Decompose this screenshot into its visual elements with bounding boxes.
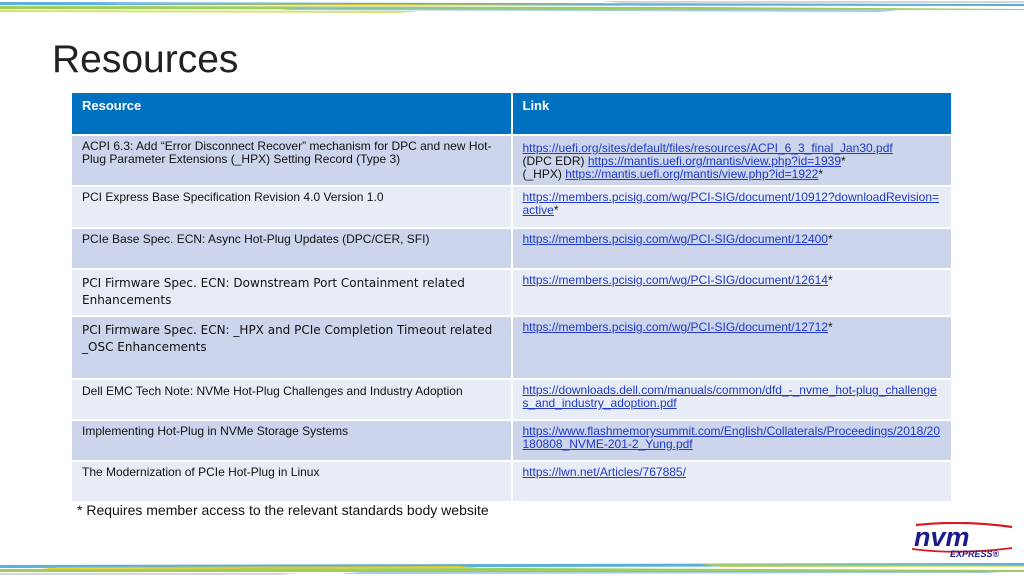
member-asterisk: *	[841, 154, 846, 168]
header-link: Link	[510, 91, 953, 136]
member-asterisk: *	[553, 203, 559, 217]
resource-link[interactable]: https://members.pcisig.com/wg/PCI-SIG/do…	[523, 190, 940, 217]
table-row: PCIe Base Spec. ECN: Async Hot-Plug Upda…	[70, 227, 953, 270]
table-row: PCI Express Base Specification Revision …	[70, 185, 953, 229]
footnote: * Requires member access to the relevant…	[77, 502, 489, 518]
link-cell: https://lwn.net/Articles/767885/	[510, 460, 953, 503]
top-decorative-band	[0, 0, 1024, 14]
link-cell: https://uefi.org/sites/default/files/res…	[510, 134, 953, 187]
table-header-row: Resource Link	[70, 91, 953, 136]
logo-subtext: EXPRESS®	[950, 549, 1000, 558]
resource-link[interactable]: https://downloads.dell.com/manuals/commo…	[523, 383, 937, 410]
resource-cell: The Modernization of PCIe Hot-Plug in Li…	[70, 460, 513, 503]
resources-table: Resource Link ACPI 6.3: Add “Error Disco…	[70, 91, 953, 503]
nvm-express-logo: nvm EXPRESS®	[911, 522, 1013, 558]
header-resource: Resource	[70, 91, 513, 136]
resource-link[interactable]: https://lwn.net/Articles/767885/	[523, 465, 686, 479]
resource-link[interactable]: https://members.pcisig.com/wg/PCI-SIG/do…	[523, 232, 828, 246]
table-row: PCI Firmware Spec. ECN: _HPX and PCIe Co…	[70, 315, 953, 380]
bottom-decorative-band	[0, 563, 1024, 575]
resource-link[interactable]: https://mantis.uefi.org/mantis/view.php?…	[565, 167, 818, 181]
member-asterisk: *	[818, 167, 824, 181]
resource-text: PCI Firmware Spec. ECN: _HPX and PCIe Co…	[82, 323, 493, 354]
resource-cell: ACPI 6.3: Add “Error Disconnect Recover”…	[70, 134, 513, 187]
table-row: Implementing Hot-Plug in NVMe Storage Sy…	[70, 419, 953, 462]
resource-link[interactable]: https://members.pcisig.com/wg/PCI-SIG/do…	[523, 320, 828, 334]
link-cell: https://www.flashmemorysummit.com/Englis…	[510, 419, 953, 462]
link-cell: https://members.pcisig.com/wg/PCI-SIG/do…	[510, 268, 953, 317]
member-asterisk: *	[827, 232, 833, 246]
resource-link[interactable]: https://mantis.uefi.org/mantis/view.php?…	[588, 154, 841, 168]
table-row: ACPI 6.3: Add “Error Disconnect Recover”…	[70, 134, 953, 187]
link-prefix: (DPC EDR)	[522, 154, 588, 168]
resource-link[interactable]: https://www.flashmemorysummit.com/Englis…	[523, 424, 941, 451]
resource-cell: PCI Express Base Specification Revision …	[70, 185, 513, 229]
link-cell: https://members.pcisig.com/wg/PCI-SIG/do…	[510, 315, 953, 380]
table-row: Dell EMC Tech Note: NVMe Hot-Plug Challe…	[70, 378, 953, 421]
resource-link[interactable]: https://members.pcisig.com/wg/PCI-SIG/do…	[523, 273, 828, 287]
member-asterisk: *	[827, 273, 833, 287]
table-row: PCI Firmware Spec. ECN: Downstream Port …	[70, 268, 953, 317]
resource-cell: Dell EMC Tech Note: NVMe Hot-Plug Challe…	[70, 378, 513, 421]
resource-text: PCI Firmware Spec. ECN: Downstream Port …	[82, 276, 465, 307]
link-prefix: (_HPX)	[522, 167, 566, 181]
link-cell: https://members.pcisig.com/wg/PCI-SIG/do…	[510, 185, 953, 229]
resource-cell: PCI Firmware Spec. ECN: _HPX and PCIe Co…	[70, 315, 513, 380]
table-row: The Modernization of PCIe Hot-Plug in Li…	[70, 460, 953, 503]
logo-wordmark: nvm	[914, 522, 970, 552]
slide-title: Resources	[52, 38, 239, 81]
resource-cell: PCI Firmware Spec. ECN: Downstream Port …	[70, 268, 513, 317]
member-asterisk: *	[827, 320, 833, 334]
resource-cell: PCIe Base Spec. ECN: Async Hot-Plug Upda…	[70, 227, 513, 270]
resource-cell: Implementing Hot-Plug in NVMe Storage Sy…	[70, 419, 513, 462]
link-cell: https://members.pcisig.com/wg/PCI-SIG/do…	[510, 227, 953, 270]
link-cell: https://downloads.dell.com/manuals/commo…	[510, 378, 953, 421]
resource-link[interactable]: https://uefi.org/sites/default/files/res…	[523, 141, 893, 155]
